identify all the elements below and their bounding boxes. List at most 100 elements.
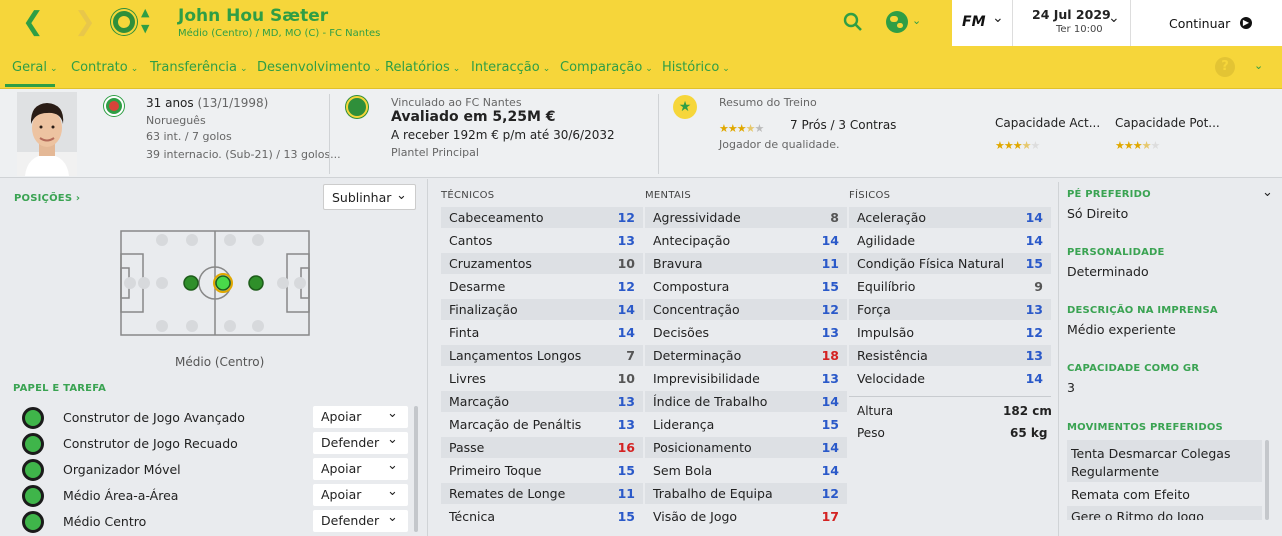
attribute-value: 12 (617, 210, 635, 225)
continue-button[interactable]: Continuar ▶ (1142, 0, 1272, 46)
attribute-row[interactable]: Agressividade 8 (645, 207, 847, 228)
attribute-row[interactable]: Bravura 11 (645, 253, 847, 274)
attribute-row[interactable]: Trabalho de Equipa 12 (645, 483, 847, 504)
back-arrow-icon[interactable]: ❮ (22, 9, 44, 35)
attribute-row[interactable]: Aceleração 14 (849, 207, 1051, 228)
attribute-value: 9 (1034, 279, 1043, 294)
attribute-row[interactable]: Marcação de Penáltis 13 (441, 414, 643, 435)
fm-dropdown-icon[interactable]: ⌄ (992, 10, 1004, 26)
fm-menu-area: FM ⌄ 24 Jul 2029 Ter 10:00 ⌄ Continuar ▶ (952, 0, 1282, 46)
attribute-row[interactable]: Cantos 13 (441, 230, 643, 251)
attribute-name: Impulsão (857, 325, 915, 340)
attribute-row[interactable]: Remates de Longe 11 (441, 483, 643, 504)
role-icon (22, 433, 44, 455)
positions-title[interactable]: POSIÇÕES › (14, 193, 80, 204)
list-item: Tenta Desmarcar Colegas Regularmente (1067, 440, 1262, 482)
collapse-chevron-icon[interactable]: ⌄ (1262, 185, 1273, 200)
attribute-name: Liderança (653, 417, 715, 432)
tab-interaccao[interactable]: Interacção ⌄ (471, 60, 550, 75)
attribute-row[interactable]: Equilíbrio 9 (849, 276, 1051, 297)
attribute-row[interactable]: Passe 16 (441, 437, 643, 458)
role-row[interactable]: Médio Área-a-Área Apoiar ⌄ (18, 484, 410, 507)
role-row[interactable]: Construtor de Jogo Recuado Defender ⌄ (18, 432, 410, 455)
attribute-row[interactable]: Índice de Trabalho 14 (645, 391, 847, 412)
attribute-value: 15 (1025, 256, 1043, 271)
attribute-row[interactable]: Imprevisibilidade 13 (645, 368, 847, 389)
attribute-value: 12 (821, 486, 839, 501)
attribute-row[interactable]: Técnica 15 (441, 506, 643, 527)
duty-dropdown[interactable]: Defender ⌄ (313, 432, 408, 454)
duty-dropdown[interactable]: Apoiar ⌄ (313, 458, 408, 480)
globe-icon[interactable] (886, 11, 908, 33)
attribute-row[interactable]: Velocidade 14 (849, 368, 1051, 389)
fm-logo[interactable]: FM (962, 14, 986, 30)
attribute-row[interactable]: Liderança 15 (645, 414, 847, 435)
tab-historico[interactable]: Histórico ⌄ (662, 60, 730, 75)
attribute-row[interactable]: Agilidade 14 (849, 230, 1051, 251)
globe-dropdown-icon[interactable]: ⌄ (912, 14, 921, 27)
attribute-row[interactable]: Concentração 12 (645, 299, 847, 320)
current-ability-label: Capacidade Act... (995, 116, 1101, 130)
duty-dropdown[interactable]: Apoiar ⌄ (313, 484, 408, 506)
attribute-row[interactable]: Sem Bola 14 (645, 460, 847, 481)
quality-summary: Jogador de qualidade. (719, 138, 840, 151)
date-dropdown-icon[interactable]: ⌄ (1108, 10, 1120, 26)
attribute-row[interactable]: Lançamentos Longos 7 (441, 345, 643, 366)
attribute-name: Determinação (653, 348, 742, 363)
attribute-row[interactable]: Cruzamentos 10 (441, 253, 643, 274)
attribute-value: 8 (830, 210, 839, 225)
attribute-name: Cruzamentos (449, 256, 532, 271)
attribute-row[interactable]: Força 13 (849, 299, 1051, 320)
tab-comparacao[interactable]: Comparação ⌄ (560, 60, 653, 75)
attribute-value: 7 (626, 348, 635, 363)
attribute-row[interactable]: Primeiro Toque 15 (441, 460, 643, 481)
date-display[interactable]: 24 Jul 2029 (1032, 7, 1111, 22)
chevron-down-icon[interactable]: ▼ (141, 22, 149, 35)
roles-scrollbar[interactable] (414, 406, 418, 532)
search-icon[interactable] (843, 12, 863, 32)
pros-cons[interactable]: 7 Prós / 3 Contras (790, 118, 896, 132)
player-photo (17, 92, 77, 176)
attribute-row[interactable]: Antecipação 14 (645, 230, 847, 251)
attribute-row[interactable]: Posicionamento 14 (645, 437, 847, 458)
attribute-row[interactable]: Finalização 14 (441, 299, 643, 320)
menu-dropdown-icon[interactable]: ⌄ (1254, 59, 1263, 72)
player-value: Avaliado em 5,25M € (391, 109, 556, 125)
chevron-down-icon: ⌄ (387, 484, 398, 499)
attribute-value: 13 (617, 233, 635, 248)
player-wage: A receber 192m € p/m até 30/6/2032 (391, 128, 615, 142)
moves-scrollbar[interactable] (1265, 440, 1269, 520)
tab-transferencia[interactable]: Transferência ⌄ (150, 60, 248, 75)
attribute-value: 14 (821, 394, 839, 409)
attribute-row[interactable]: Compostura 15 (645, 276, 847, 297)
tab-contrato[interactable]: Contrato ⌄ (71, 60, 138, 75)
attribute-row[interactable]: Cabeceamento 12 (441, 207, 643, 228)
attribute-name: Compostura (653, 279, 730, 294)
attribute-row[interactable]: Livres 10 (441, 368, 643, 389)
attribute-row[interactable]: Resistência 13 (849, 345, 1051, 366)
attribute-row[interactable]: Desarme 12 (441, 276, 643, 297)
attribute-row[interactable]: Visão de Jogo 17 (645, 506, 847, 527)
duty-dropdown[interactable]: Defender ⌄ (313, 510, 408, 532)
attribute-row[interactable]: Determinação 18 (645, 345, 847, 366)
duty-dropdown[interactable]: Apoiar ⌄ (313, 406, 408, 428)
attribute-row[interactable]: Marcação 13 (441, 391, 643, 412)
tab-relatorios[interactable]: Relatórios ⌄ (385, 60, 460, 75)
attribute-name: Visão de Jogo (653, 509, 738, 524)
help-icon[interactable]: ? (1215, 57, 1235, 77)
attribute-row[interactable]: Decisões 13 (645, 322, 847, 343)
highlight-label: Sublinhar (332, 190, 392, 205)
role-row[interactable]: Construtor de Jogo Avançado Apoiar ⌄ (18, 406, 410, 429)
forward-arrow-icon[interactable]: ❯ (74, 9, 96, 35)
role-row[interactable]: Organizador Móvel Apoiar ⌄ (18, 458, 410, 481)
highlight-dropdown[interactable]: Sublinhar ⌄ (323, 184, 416, 210)
tab-geral[interactable]: Geral ⌄ (12, 60, 58, 75)
role-row[interactable]: Médio Centro Defender ⌄ (18, 510, 410, 533)
player-nationality: Norueguês (146, 114, 206, 127)
chevron-up-icon[interactable]: ▲ (141, 6, 149, 19)
tab-desenvolvimento[interactable]: Desenvolvimento ⌄ (257, 60, 381, 75)
attribute-row[interactable]: Impulsão 12 (849, 322, 1051, 343)
attribute-row[interactable]: Condição Física Natural 15 (849, 253, 1051, 274)
potential-ability-stars: ★★★★★ (1115, 139, 1160, 152)
attribute-row[interactable]: Finta 14 (441, 322, 643, 343)
